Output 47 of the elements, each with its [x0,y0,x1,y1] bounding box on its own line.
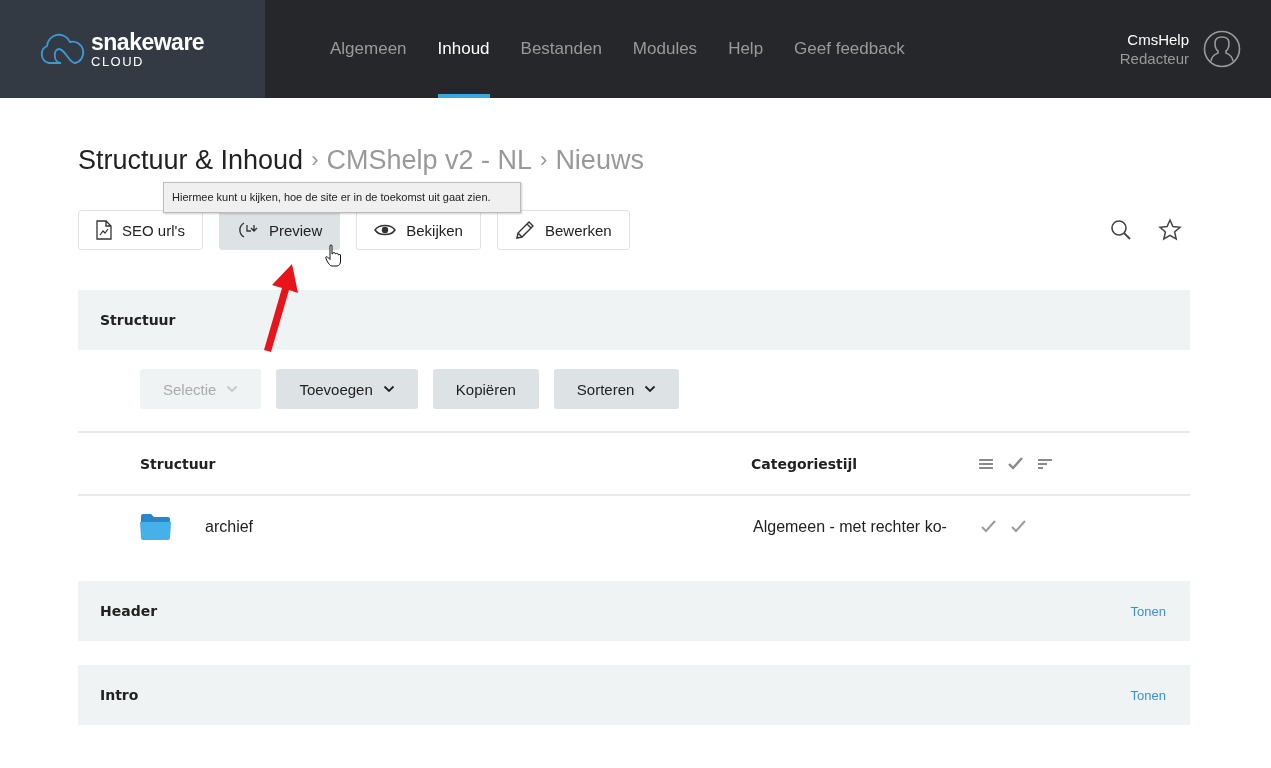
history-icon [236,221,259,239]
section-title: Structuur [100,312,176,328]
sort-icon[interactable] [1038,457,1052,470]
table-cell-text: Algemeen - met rechter ko- [753,517,948,536]
folder-name[interactable]: archief [205,517,254,536]
chevron-down-icon [226,385,239,393]
check-icon[interactable] [1008,457,1023,470]
action-button[interactable]: SEO url's [78,210,203,250]
user-name: CmsHelp [1127,30,1189,49]
brand-subtitle: CLOUD [91,54,145,68]
action-button[interactable]: Bekijken [356,210,481,250]
nav-tab[interactable]: Geef feedback [794,0,905,98]
nav-tab[interactable]: Inhoud [437,0,490,98]
chevron-down-icon [644,385,657,393]
brand-name: snakeware [91,30,205,54]
list-icon[interactable] [979,457,993,470]
document-chart-icon [96,220,112,240]
user-role: Redacteur [1119,49,1189,68]
show-link[interactable]: Tonen [1130,687,1166,703]
folder-icon [140,513,171,540]
breadcrumb-separator: › [540,146,548,174]
nav-tab[interactable]: Help [728,0,764,98]
nav-tab[interactable]: Bestanden [520,0,602,98]
chevron-down-icon [382,385,395,393]
show-link[interactable]: Tonen [1130,603,1166,619]
section-title: Header [100,603,158,619]
search-icon[interactable] [1110,219,1132,241]
breadcrumb-item: Structuur & Inhoud [78,144,304,177]
breadcrumb-item[interactable]: CMShelp v2 - NL [326,142,533,178]
hand-cursor-icon [325,244,341,268]
section-title: Intro [100,687,139,703]
pencil-icon [514,220,535,240]
user-avatar-icon[interactable] [1203,30,1241,68]
nav-tab[interactable]: Modules [632,0,698,98]
nav-tab[interactable]: Algemeen [330,0,407,98]
toolbar-button[interactable]: Kopiëren [432,369,539,409]
toolbar-button[interactable]: Toevoegen [276,369,418,409]
breadcrumb-item[interactable]: Nieuws [555,142,644,178]
action-button[interactable]: Preview [218,210,341,250]
star-icon[interactable] [1158,218,1182,242]
eye-icon [374,223,397,237]
column-header: Structuur [140,455,217,472]
action-button[interactable]: Bewerken [496,210,630,250]
toolbar-button[interactable]: Sorteren [553,369,680,409]
breadcrumb-separator: › [311,146,319,174]
tooltip: Hiermee kunt u kijken, hoe de site er in de toekomst uit gaat zien. [163,182,521,213]
column-header: Categoriestijl [751,455,859,472]
